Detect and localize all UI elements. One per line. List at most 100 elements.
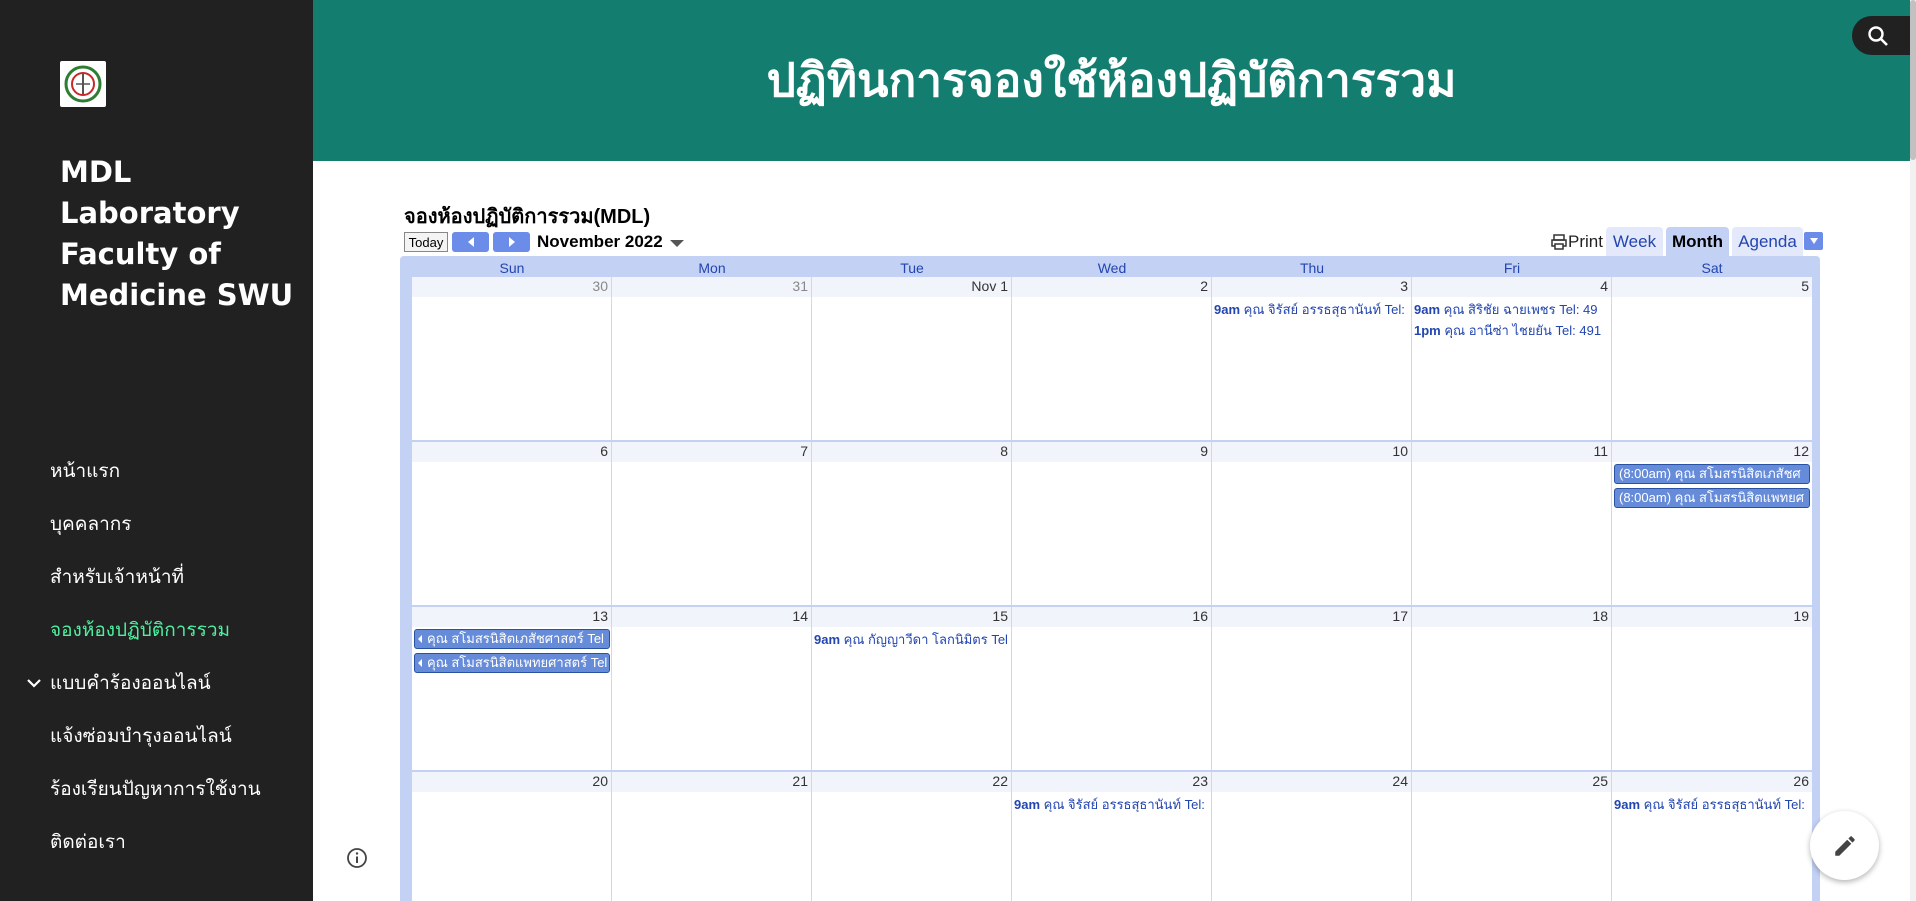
header-banner: ปฏิทินการจองใช้ห้องปฏิบัติการรวม: [313, 0, 1910, 161]
chevron-down-icon: [1809, 238, 1818, 244]
info-icon[interactable]: [345, 846, 369, 870]
day-number: 18: [1592, 608, 1608, 624]
day-cell[interactable]: 8: [812, 442, 1012, 605]
day-cell[interactable]: 30: [412, 277, 612, 440]
day-cell[interactable]: 25: [1412, 772, 1612, 901]
calendar-event[interactable]: 1pm คุณ อานีซ่า ไชยยัน Tel: 491: [1414, 320, 1610, 338]
event-title: คุณ อานีซ่า ไชยยัน Tel: 491: [1444, 323, 1602, 338]
day-number: Nov 1: [971, 278, 1008, 294]
dow-label: Wed: [1097, 260, 1127, 276]
printer-icon: [1551, 234, 1567, 250]
edit-button[interactable]: [1810, 811, 1879, 880]
nav-item-online-forms[interactable]: แบบคำร้องออนไลน์: [0, 656, 313, 709]
day-number: 20: [592, 773, 608, 789]
event-title: คุณ สิริชัย ฉายเพชร Tel: 49: [1443, 302, 1598, 317]
next-month-button[interactable]: [493, 232, 530, 252]
day-number: 30: [592, 278, 608, 294]
day-cell[interactable]: 13 คุณ สโมสรนิสิตเภสัชศาสตร์ Tel คุณ สโม…: [412, 607, 612, 770]
nav-item-label: บุคคลากร: [50, 512, 132, 535]
event-time: 9am: [1614, 797, 1641, 812]
day-number: 11: [1593, 443, 1608, 459]
day-cell[interactable]: Nov 1: [812, 277, 1012, 440]
dow-label: Mon: [698, 260, 726, 276]
day-cell[interactable]: 12 (8:00am) คุณ สโมสรนิสิตเภสัชศ (8:00am…: [1612, 442, 1812, 605]
page-title: ปฏิทินการจองใช้ห้องปฏิบัติการรวม: [766, 53, 1457, 107]
event-time: 9am: [1214, 302, 1241, 317]
chevron-down-icon[interactable]: [24, 673, 44, 693]
nav-item-staff[interactable]: บุคคลากร: [0, 497, 313, 550]
pencil-icon: [1834, 835, 1855, 856]
day-cell[interactable]: 23 9am คุณ จิรัสย์ อรรธสุธานันท์ Tel:: [1012, 772, 1212, 901]
site-title[interactable]: MDL Laboratory Faculty of Medicine SWU: [60, 152, 300, 316]
day-number: 10: [1392, 443, 1408, 459]
day-cell[interactable]: 9: [1012, 442, 1212, 605]
month-label: November 2022: [537, 232, 663, 251]
dow-label: Sat: [1701, 260, 1723, 276]
today-button[interactable]: Today: [404, 232, 448, 252]
day-cell[interactable]: 15 9am คุณ กัญญาวีดา โลกนิมิตร Tel: [812, 607, 1012, 770]
calendar-event-bar[interactable]: คุณ สโมสรนิสิตเภสัชศาสตร์ Tel: [414, 629, 610, 649]
scrollbar-thumb[interactable]: [1910, 0, 1916, 160]
calendar-event[interactable]: 9am คุณ จิรัสย์ อรรธสุธานันท์ Tel:: [1614, 794, 1810, 812]
day-cell[interactable]: 11: [1412, 442, 1612, 605]
day-cell[interactable]: 17: [1212, 607, 1412, 770]
day-number: 22: [992, 773, 1008, 789]
calendar-week: 30 31 Nov 1 2 3 9am คุณ จิรัสย์ อรรธสุธา…: [412, 277, 1812, 440]
calendar-title: จองห้องปฏิบัติการรวม(MDL): [404, 206, 651, 228]
calendar-event-bar[interactable]: (8:00am) คุณ สโมสรนิสิตเภสัชศ: [1614, 464, 1810, 484]
calendar-week: 20 21 22 23 9am คุณ จิรัสย์ อรรธสุธานันท…: [412, 772, 1812, 901]
day-cell[interactable]: 5: [1612, 277, 1812, 440]
day-number: 15: [992, 608, 1008, 624]
nav-item-contact[interactable]: ติดต่อเรา: [0, 815, 313, 868]
nav-item-label: ร้องเรียนปัญหาการใช้งาน: [50, 777, 261, 800]
day-number: 13: [592, 608, 608, 624]
day-cell[interactable]: 22: [812, 772, 1012, 901]
tab-month[interactable]: Month: [1666, 227, 1729, 257]
day-cell[interactable]: 24: [1212, 772, 1412, 901]
arrow-left-icon: [467, 237, 474, 247]
nav-item-officers[interactable]: สำหรับเจ้าหน้าที่: [0, 550, 313, 603]
day-cell[interactable]: 4 9am คุณ สิริชัย ฉายเพชร Tel: 49 1pm คุ…: [1412, 277, 1612, 440]
day-cell[interactable]: 10: [1212, 442, 1412, 605]
day-cell[interactable]: 3 9am คุณ จิรัสย์ อรรธสุธานันท์ Tel:: [1212, 277, 1412, 440]
day-cell[interactable]: 2: [1012, 277, 1212, 440]
month-dropdown-icon[interactable]: [670, 240, 684, 247]
print-button[interactable]: Print: [1550, 230, 1603, 254]
calendar-event[interactable]: 9am คุณ จิรัสย์ อรรธสุธานันท์ Tel:: [1014, 794, 1210, 812]
event-title: คุณ จิรัสย์ อรรธสุธานันท์ Tel:: [1643, 797, 1805, 812]
day-cell[interactable]: 31: [612, 277, 812, 440]
day-number: 31: [792, 278, 808, 294]
event-title: คุณ สโมสรนิสิตเภสัชศาสตร์ Tel: [427, 631, 604, 646]
nav-item-home[interactable]: หน้าแรก: [0, 444, 313, 497]
day-cell[interactable]: 6: [412, 442, 612, 605]
event-title: คุณ กัญญาวีดา โลกนิมิตร Tel: [843, 632, 1008, 647]
tab-agenda[interactable]: Agenda: [1732, 227, 1803, 257]
day-number: 4: [1600, 278, 1608, 294]
prev-month-button[interactable]: [452, 232, 489, 252]
day-number: 8: [1000, 443, 1008, 459]
calendar-event-bar[interactable]: (8:00am) คุณ สโมสรนิสิตแพทยศ: [1614, 488, 1810, 508]
calendar-event[interactable]: 9am คุณ กัญญาวีดา โลกนิมิตร Tel: [814, 629, 1010, 647]
nav-item-repair[interactable]: แจ้งซ่อมบำรุงออนไลน์: [0, 709, 313, 762]
calendar-event[interactable]: 9am คุณ จิรัสย์ อรรธสุธานันท์ Tel:: [1214, 299, 1410, 317]
day-cell[interactable]: 20: [412, 772, 612, 901]
day-number: 3: [1400, 278, 1408, 294]
day-cell[interactable]: 21: [612, 772, 812, 901]
calendar-event-bar[interactable]: คุณ สโมสรนิสิตแพทยศาสตร์ Tel: [414, 653, 610, 673]
day-cell[interactable]: 7: [612, 442, 812, 605]
view-dropdown-button[interactable]: [1804, 232, 1823, 250]
nav-item-label: แจ้งซ่อมบำรุงออนไลน์: [50, 724, 232, 747]
search-icon: [1868, 25, 1888, 46]
crest-logo-icon[interactable]: [60, 61, 106, 107]
tab-week[interactable]: Week: [1606, 227, 1663, 257]
search-button[interactable]: [1852, 16, 1916, 55]
day-cell[interactable]: 14: [612, 607, 812, 770]
nav-item-booking[interactable]: จองห้องปฏิบัติการรวม: [0, 603, 313, 656]
calendar-event[interactable]: 9am คุณ สิริชัย ฉายเพชร Tel: 49: [1414, 299, 1610, 317]
day-cell[interactable]: 19: [1612, 607, 1812, 770]
day-cell[interactable]: 18: [1412, 607, 1612, 770]
day-cell[interactable]: 16: [1012, 607, 1212, 770]
nav-item-complaint[interactable]: ร้องเรียนปัญหาการใช้งาน: [0, 762, 313, 815]
day-cell[interactable]: 26 9am คุณ จิรัสย์ อรรธสุธานันท์ Tel:: [1612, 772, 1812, 901]
calendar-week: 13 คุณ สโมสรนิสิตเภสัชศาสตร์ Tel คุณ สโม…: [412, 607, 1812, 770]
